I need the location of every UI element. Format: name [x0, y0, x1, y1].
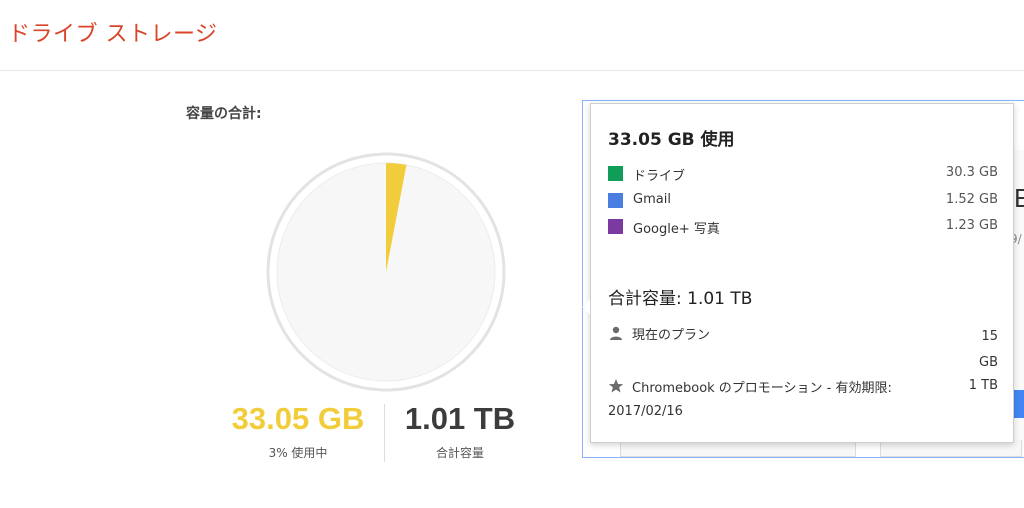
legend-value-drive: 30.3 GB — [945, 165, 998, 180]
used-storage-value: 33.05 GB — [231, 401, 365, 436]
plan-row-promo: Chromebook のプロモーション - 有効期限: 1 TB — [608, 377, 998, 397]
stat-divider — [384, 404, 385, 462]
legend-label-photos: Google+ 写真 — [633, 222, 720, 237]
legend-value-photos: 1.23 GB — [945, 218, 998, 233]
storage-pie-svg — [266, 152, 506, 392]
capacity-total-label: 容量の合計: — [186, 106, 262, 122]
promo-plan-value: 1 TB — [968, 378, 998, 393]
star-icon — [608, 378, 624, 394]
current-plan-label: 現在のプラン — [632, 328, 711, 343]
legend-row-photos: Google+ 写真 1.23 GB — [608, 218, 998, 237]
drive-storage-page: ドライブ ストレージ 容量の合計: 33.05 GB 3% 使用中 1.01 T… — [0, 0, 1024, 508]
legend-label-gmail: Gmail — [633, 192, 671, 207]
legend-row-gmail: Gmail 1.52 GB — [608, 192, 998, 210]
promo-plan-label: Chromebook のプロモーション - 有効期限: — [632, 381, 892, 396]
popup-used-title: 33.05 GB 使用 — [608, 130, 735, 150]
page-title: ドライブ ストレージ — [8, 22, 218, 47]
legend-value-gmail: 1.52 GB — [945, 192, 998, 207]
total-capacity-caption: 合計容量 — [435, 446, 484, 460]
current-plan-value: 15 GB — [979, 324, 998, 376]
drive-color-swatch — [608, 166, 623, 181]
photos-color-swatch — [608, 219, 623, 234]
storage-pie-chart — [266, 152, 506, 392]
gmail-color-swatch — [608, 193, 623, 208]
plan-row-current: 現在のプラン 15 GB — [608, 324, 998, 370]
storage-details-popup: 33.05 GB 使用 ドライブ 30.3 GB Gmail 1.52 GB G… — [582, 103, 1014, 443]
current-plan-unit: GB — [979, 355, 998, 370]
current-plan-amount: 15 — [981, 329, 998, 344]
popup-arrow-inner — [582, 299, 590, 315]
legend-label-drive: ドライブ — [633, 169, 686, 184]
plan-card-peek-text: E — [1014, 183, 1024, 213]
plan-card-upgrade-button[interactable] — [1014, 390, 1024, 418]
promo-expiry-date: 2017/02/16 — [608, 404, 683, 419]
header-divider — [0, 70, 1024, 71]
person-icon — [608, 325, 624, 341]
popup-total-title: 合計容量: 1.01 TB — [608, 289, 753, 309]
used-storage-caption: 3% 使用中 — [268, 446, 328, 460]
total-capacity-value: 1.01 TB — [404, 401, 516, 436]
legend-row-drive: ドライブ 30.3 GB — [608, 165, 998, 184]
